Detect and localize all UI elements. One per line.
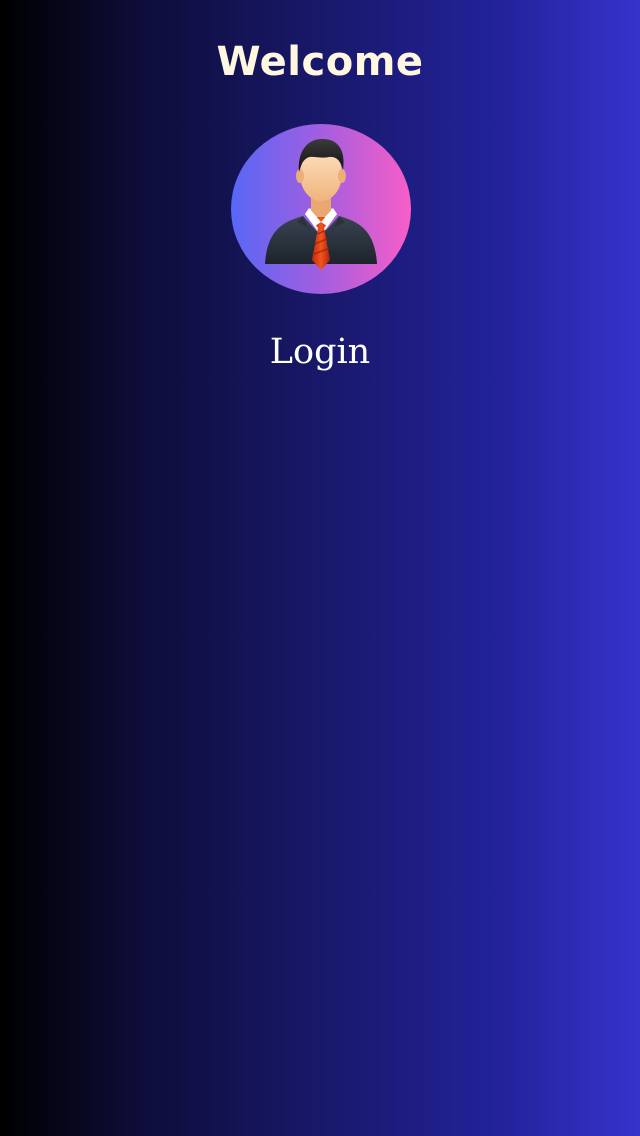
avatar[interactable] [231, 124, 411, 294]
welcome-screen: Welcome Login [0, 0, 640, 1136]
login-button[interactable]: Login [0, 328, 640, 376]
page-title: Welcome [216, 39, 424, 85]
user-avatar-icon [265, 138, 377, 270]
